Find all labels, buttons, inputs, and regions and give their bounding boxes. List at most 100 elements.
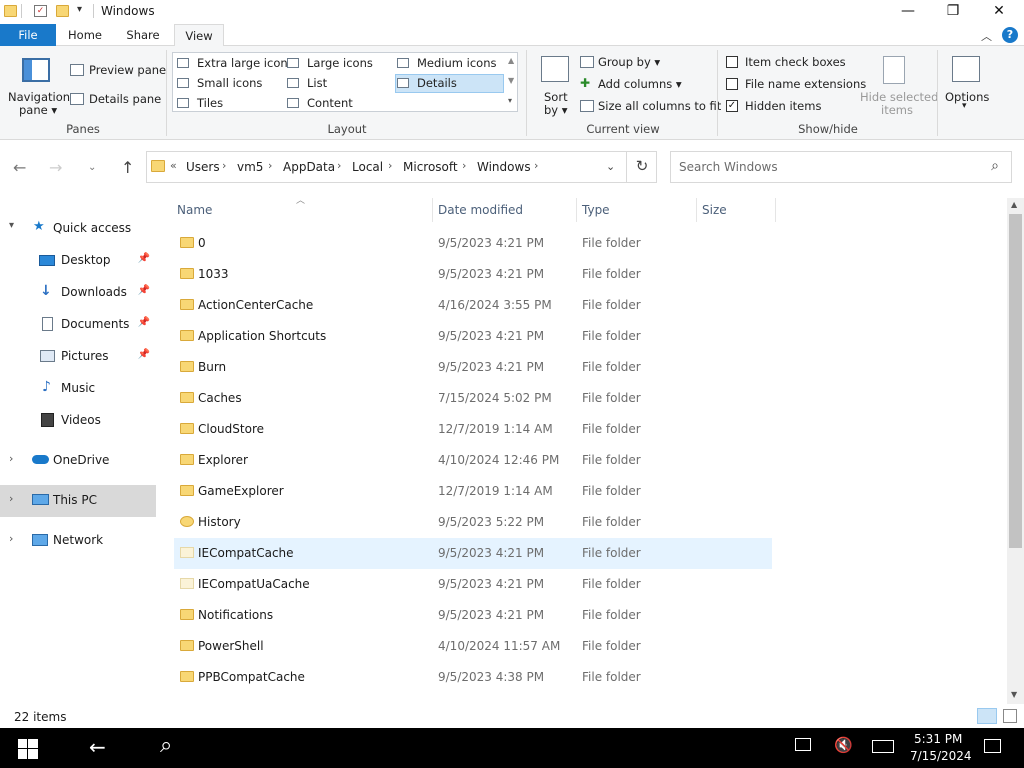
sort-by-icon[interactable] [541, 56, 569, 82]
column-header-name[interactable]: Name [177, 203, 212, 217]
close-button[interactable]: ✕ [976, 0, 1022, 24]
column-divider[interactable] [576, 198, 577, 222]
table-row[interactable]: PPBCompatCache 9/5/2023 4:38 PM File folde… [174, 662, 772, 693]
layout-medium-icons[interactable]: Medium icons [417, 56, 496, 70]
search-icon[interactable]: ⌕ [160, 733, 172, 758]
recent-locations-icon[interactable]: ⌄ [88, 162, 96, 173]
file-name-extensions-checkbox[interactable] [726, 78, 738, 90]
gallery-scroll-up-icon[interactable]: ▲ [508, 56, 514, 65]
nav-music[interactable]: ♪ Music [0, 375, 156, 403]
keyboard-icon[interactable] [872, 740, 894, 753]
breadcrumb-separator-icon[interactable]: › [534, 159, 538, 172]
breadcrumb-local[interactable]: Local [352, 160, 383, 174]
volume-muted-icon[interactable]: 🔇 [834, 736, 853, 754]
table-row[interactable]: CloudStore 12/7/2019 1:14 AM File folder [174, 414, 772, 445]
windows-start-icon[interactable] [18, 739, 38, 759]
table-row[interactable]: 1033 9/5/2023 4:21 PM File folder [174, 259, 772, 290]
table-row[interactable]: 0 9/5/2023 4:21 PM File folder [174, 228, 772, 259]
table-row[interactable]: Explorer 4/10/2024 12:46 PM File folder [174, 445, 772, 476]
hidden-items-checkbox[interactable]: ✓ [726, 100, 738, 112]
nav-pictures[interactable]: Pictures 📌 [0, 343, 156, 371]
gallery-expand-icon[interactable]: ▾ [508, 96, 512, 105]
table-row[interactable]: ActionCenterCache 4/16/2024 3:55 PM File f… [174, 290, 772, 321]
collapse-chevron-icon[interactable]: ▾ [9, 220, 14, 231]
options-icon[interactable] [952, 56, 980, 82]
breadcrumb-separator-icon[interactable]: › [268, 159, 272, 172]
nav-videos[interactable]: Videos [0, 407, 156, 435]
options-dropdown-icon[interactable]: ▾ [962, 101, 967, 111]
table-row[interactable]: GameExplorer 12/7/2019 1:14 AM File folder [174, 476, 772, 507]
details-pane-button[interactable]: Details pane [89, 92, 161, 106]
address-history-dropdown-icon[interactable]: ⌄ [606, 160, 615, 173]
search-icon[interactable]: ⌕ [991, 158, 999, 174]
breadcrumb-overflow-icon[interactable]: « [170, 159, 177, 172]
large-icons-view-icon[interactable] [1003, 709, 1017, 723]
tab-view[interactable]: View [174, 24, 224, 47]
restore-button[interactable]: ❐ [930, 0, 976, 24]
column-divider[interactable] [696, 198, 697, 222]
table-row[interactable]: PowerShell 4/10/2024 11:57 AM File folder [174, 631, 772, 662]
nav-quick-access[interactable]: ▾ ★ Quick access [0, 215, 156, 243]
back-arrow-icon[interactable]: ← [13, 158, 26, 177]
preview-pane-button[interactable]: Preview pane [89, 63, 166, 77]
nav-documents[interactable]: Documents 📌 [0, 311, 156, 339]
scroll-up-arrow-icon[interactable]: ▲ [1011, 200, 1017, 209]
nav-desktop[interactable]: Desktop 📌 [0, 247, 156, 275]
tab-share[interactable]: Share [118, 24, 168, 46]
column-divider[interactable] [775, 198, 776, 222]
sort-by-dropdown[interactable]: by ▾ [544, 103, 568, 117]
size-all-columns-button[interactable]: Size all columns to fit [598, 99, 721, 113]
table-row[interactable]: Caches 7/15/2024 5:02 PM File folder [174, 383, 772, 414]
new-folder-icon[interactable] [56, 5, 69, 17]
layout-extra-large-icons[interactable]: Extra large icons [197, 56, 294, 70]
clock-time[interactable]: 5:31 PM [914, 732, 962, 746]
minimize-button[interactable]: — [885, 0, 931, 24]
table-row[interactable]: Burn 9/5/2023 4:21 PM File folder [174, 352, 772, 383]
help-icon[interactable]: ? [1002, 27, 1018, 43]
tab-home[interactable]: Home [60, 24, 110, 46]
clock-date[interactable]: 7/15/2024 [910, 749, 972, 763]
forward-arrow-icon[interactable]: → [49, 158, 62, 177]
table-row[interactable]: Notifications 9/5/2023 4:21 PM File folder [174, 600, 772, 631]
breadcrumb-microsoft[interactable]: Microsoft [403, 160, 458, 174]
details-view-icon[interactable] [977, 708, 997, 724]
table-row[interactable]: Application Shortcuts 9/5/2023 4:21 PM Fil… [174, 321, 772, 352]
column-header-size[interactable]: Size [702, 203, 727, 217]
notifications-icon[interactable] [984, 739, 1001, 753]
options-button[interactable]: Options [945, 90, 989, 104]
properties-icon[interactable]: ✓ [34, 5, 47, 17]
nav-downloads[interactable]: ↓ Downloads 📌 [0, 279, 156, 307]
navigation-pane-dropdown[interactable]: pane ▾ [19, 103, 57, 117]
gallery-scroll-down-icon[interactable]: ▼ [508, 76, 514, 85]
quick-access-dropdown-icon[interactable]: ▾ [77, 4, 82, 15]
column-header-type[interactable]: Type [582, 203, 610, 217]
search-input[interactable]: Search Windows ⌕ [670, 151, 1012, 183]
minimize-ribbon-icon[interactable]: ︿ [981, 28, 992, 44]
up-arrow-icon[interactable]: ↑ [121, 158, 134, 177]
add-columns-button[interactable]: Add columns ▾ [598, 77, 682, 91]
breadcrumb-windows[interactable]: Windows [477, 160, 531, 174]
table-row[interactable]: IECompatUaCache 9/5/2023 4:21 PM File fold… [174, 569, 772, 600]
layout-tiles[interactable]: Tiles [197, 96, 223, 110]
expand-chevron-icon[interactable]: › [9, 452, 13, 465]
back-arrow-icon[interactable]: ← [89, 735, 106, 759]
item-check-boxes-checkbox[interactable] [726, 56, 738, 68]
breadcrumb-separator-icon[interactable]: › [462, 159, 466, 172]
layout-details[interactable]: Details [417, 76, 457, 90]
network-status-icon[interactable] [795, 738, 811, 751]
scrollbar-thumb[interactable] [1009, 214, 1022, 548]
expand-chevron-icon[interactable]: › [9, 532, 13, 545]
navigation-pane-icon[interactable] [22, 58, 50, 82]
layout-content[interactable]: Content [307, 96, 353, 110]
navigation-pane-button[interactable]: Navigation [8, 90, 70, 104]
breadcrumb-separator-icon[interactable]: › [337, 159, 341, 172]
tab-file[interactable]: File [0, 24, 56, 46]
layout-list[interactable]: List [307, 76, 327, 90]
scroll-down-arrow-icon[interactable]: ▼ [1011, 690, 1017, 699]
nav-this-pc[interactable]: › This PC [0, 485, 156, 517]
expand-chevron-icon[interactable]: › [9, 492, 13, 505]
hide-selected-items-button[interactable]: Hide selected [860, 90, 938, 104]
breadcrumb-vm5[interactable]: vm5 [237, 160, 263, 174]
breadcrumb-separator-icon[interactable]: › [388, 159, 392, 172]
nav-network[interactable]: › Network [0, 527, 156, 555]
